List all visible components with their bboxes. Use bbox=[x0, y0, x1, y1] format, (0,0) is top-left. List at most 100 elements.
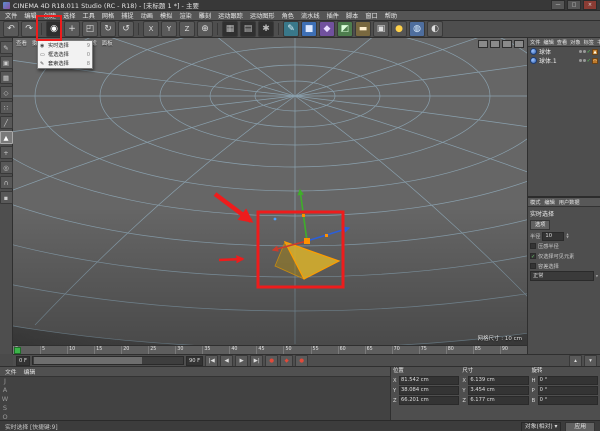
om-menu-edit[interactable]: 编辑 bbox=[543, 39, 553, 46]
frame-end-field[interactable]: 90 F bbox=[185, 355, 204, 366]
timeline-scrollbar[interactable] bbox=[31, 356, 184, 365]
close-button[interactable]: × bbox=[583, 0, 597, 10]
workplane-lock-icon[interactable]: ▪ bbox=[0, 191, 13, 204]
last-tool-icon[interactable]: ↺ bbox=[118, 21, 134, 37]
scale-icon[interactable]: ◰ bbox=[82, 21, 98, 37]
only-visible-checkbox[interactable]: ✓ bbox=[530, 253, 536, 260]
visibility-dot-editor[interactable] bbox=[578, 50, 582, 53]
options-up-icon[interactable]: ▴ bbox=[569, 354, 582, 367]
play-button[interactable]: ▶ bbox=[235, 354, 249, 367]
edges-mode-icon[interactable]: ╱ bbox=[0, 116, 13, 129]
enabled-check-icon[interactable]: ✓ bbox=[587, 49, 591, 55]
menu-mesh[interactable]: 网格 bbox=[102, 11, 114, 20]
viewport-perspective[interactable]: 查看 摄像机 显示 选项 过滤 面板 网格尺寸 : 10 cm bbox=[13, 38, 527, 345]
options-down-icon[interactable]: ▾ bbox=[584, 354, 597, 367]
add-cube-icon[interactable]: ■ bbox=[301, 21, 317, 37]
goto-end-button[interactable]: ▶| bbox=[250, 354, 264, 367]
vp-pan-icon[interactable] bbox=[478, 40, 488, 48]
rotation-p-field[interactable]: 0 ° bbox=[537, 386, 598, 395]
size-x-field[interactable]: 6.139 cm bbox=[468, 376, 529, 385]
menu-file[interactable]: 文件 bbox=[5, 11, 17, 20]
y-axis-lock-icon[interactable]: Y bbox=[161, 21, 177, 37]
object-row-sphere-1[interactable]: 球体.1 ✓ ◠ bbox=[528, 56, 600, 65]
floor-icon[interactable]: ▬ bbox=[355, 21, 371, 37]
timeline-playhead[interactable] bbox=[14, 347, 21, 354]
position-y-field[interactable]: 38.084 cm bbox=[399, 386, 460, 395]
timeline-ruler[interactable]: 0 5 10 15 20 25 30 35 40 45 50 55 60 65 … bbox=[13, 345, 527, 354]
menu-render[interactable]: 渲染 bbox=[179, 11, 191, 20]
tab-edit[interactable]: 编辑 bbox=[544, 199, 554, 206]
rotate-icon[interactable]: ↻ bbox=[100, 21, 116, 37]
menu-script[interactable]: 脚本 bbox=[346, 11, 358, 20]
vp-rotate-icon[interactable] bbox=[502, 40, 512, 48]
record-keyframe-button[interactable]: ● bbox=[265, 354, 279, 367]
menu-pipeline[interactable]: 流水线 bbox=[301, 11, 320, 20]
coordinate-space-dropdown[interactable]: 对象(相对) ▾ bbox=[520, 422, 562, 431]
autokey-button[interactable]: ● bbox=[295, 354, 309, 367]
position-z-field[interactable]: 66.201 cm bbox=[399, 396, 460, 405]
menu-tools[interactable]: 工具 bbox=[83, 11, 95, 20]
workplane-mode-icon[interactable]: ◇ bbox=[0, 86, 13, 99]
rotation-h-field[interactable]: 0 ° bbox=[537, 376, 598, 385]
menu-animate[interactable]: 动画 bbox=[141, 11, 153, 20]
visibility-dot-render[interactable] bbox=[582, 59, 586, 62]
z-axis-lock-icon[interactable]: Z bbox=[179, 21, 195, 37]
menu-simulate[interactable]: 模拟 bbox=[160, 11, 172, 20]
goto-start-button[interactable]: |◀ bbox=[205, 354, 219, 367]
sky-icon[interactable]: ◍ bbox=[409, 21, 425, 37]
move-icon[interactable]: + bbox=[64, 21, 80, 37]
menu-edit[interactable]: 编辑 bbox=[24, 11, 36, 20]
undo-icon[interactable]: ↶ bbox=[3, 21, 19, 37]
enable-axis-icon[interactable]: + bbox=[0, 146, 13, 159]
apply-button[interactable]: 应用 bbox=[565, 422, 595, 431]
menu-character[interactable]: 角色 bbox=[282, 11, 294, 20]
vp-menu-view[interactable]: 查看 bbox=[16, 39, 27, 47]
pressure-radius-checkbox[interactable] bbox=[530, 243, 536, 249]
minimize-button[interactable]: — bbox=[551, 0, 565, 10]
model-mode-icon[interactable]: ▣ bbox=[0, 56, 13, 69]
mat-menu-edit[interactable]: 编辑 bbox=[24, 367, 36, 376]
light-icon[interactable]: ● bbox=[391, 21, 407, 37]
enable-snap-icon[interactable]: ∩ bbox=[0, 176, 13, 189]
make-editable-icon[interactable]: ✎ bbox=[0, 41, 13, 54]
menu-mograph[interactable]: 运动图形 bbox=[250, 11, 275, 20]
size-y-field[interactable]: 3.454 cm bbox=[468, 386, 529, 395]
texture-mode-icon[interactable]: ▦ bbox=[0, 71, 13, 84]
x-axis-lock-icon[interactable]: X bbox=[143, 21, 159, 37]
symmetry-icon[interactable]: ◩ bbox=[337, 21, 353, 37]
phong-tag-icon[interactable]: ◠ bbox=[592, 57, 598, 64]
radius-stepper[interactable]: ▲ ▼ bbox=[566, 233, 568, 239]
render-settings-icon[interactable]: ✱ bbox=[258, 21, 274, 37]
object-row-sphere[interactable]: 球体 ✓ ▲ bbox=[528, 47, 600, 56]
visibility-dot-render[interactable] bbox=[582, 50, 586, 53]
menu-plugins[interactable]: 插件 bbox=[327, 11, 339, 20]
menu-select[interactable]: 选择 bbox=[63, 11, 75, 20]
tab-options[interactable]: 选项 bbox=[530, 220, 551, 230]
render-picture-viewer-icon[interactable]: ▤ bbox=[240, 21, 256, 37]
size-z-field[interactable]: 6.177 cm bbox=[468, 396, 529, 405]
frame-start-field[interactable]: 0 F bbox=[16, 355, 30, 366]
render-view-icon[interactable]: ▦ bbox=[222, 21, 238, 37]
redo-icon[interactable]: ↷ bbox=[21, 21, 37, 37]
vp-toggle-view-icon[interactable] bbox=[514, 40, 524, 48]
menu-motion-tracker[interactable]: 运动跟踪 bbox=[218, 11, 243, 20]
selection-mode-dropdown[interactable]: 正常 bbox=[530, 271, 594, 281]
tolerant-selection-checkbox[interactable] bbox=[530, 263, 536, 269]
menu-help[interactable]: 帮助 bbox=[385, 11, 397, 20]
previous-frame-button[interactable]: ◀ bbox=[220, 354, 234, 367]
mat-menu-file[interactable]: 文件 bbox=[5, 367, 17, 376]
spline-pen-icon[interactable]: ✎ bbox=[283, 21, 299, 37]
polygon-selection-tag-icon[interactable]: ▲ bbox=[592, 48, 598, 55]
menu-sculpt[interactable]: 雕刻 bbox=[199, 11, 211, 20]
maximize-button[interactable]: □ bbox=[567, 0, 581, 10]
polygons-mode-icon[interactable]: ▲ bbox=[0, 131, 13, 144]
enabled-check-icon[interactable]: ✓ bbox=[587, 58, 591, 64]
visibility-dot-editor[interactable] bbox=[578, 59, 582, 62]
tab-userdata[interactable]: 用户数据 bbox=[559, 199, 580, 206]
vp-menu-panel[interactable]: 面板 bbox=[102, 39, 113, 47]
material-icon[interactable]: ◐ bbox=[427, 21, 443, 37]
radius-field[interactable]: 10 bbox=[542, 231, 565, 241]
om-menu-view[interactable]: 查看 bbox=[557, 39, 567, 46]
popup-item-rectangle-selection[interactable]: ▭ 框选选择 0 bbox=[38, 50, 92, 59]
coordinate-system-icon[interactable]: ⊕ bbox=[197, 21, 213, 37]
